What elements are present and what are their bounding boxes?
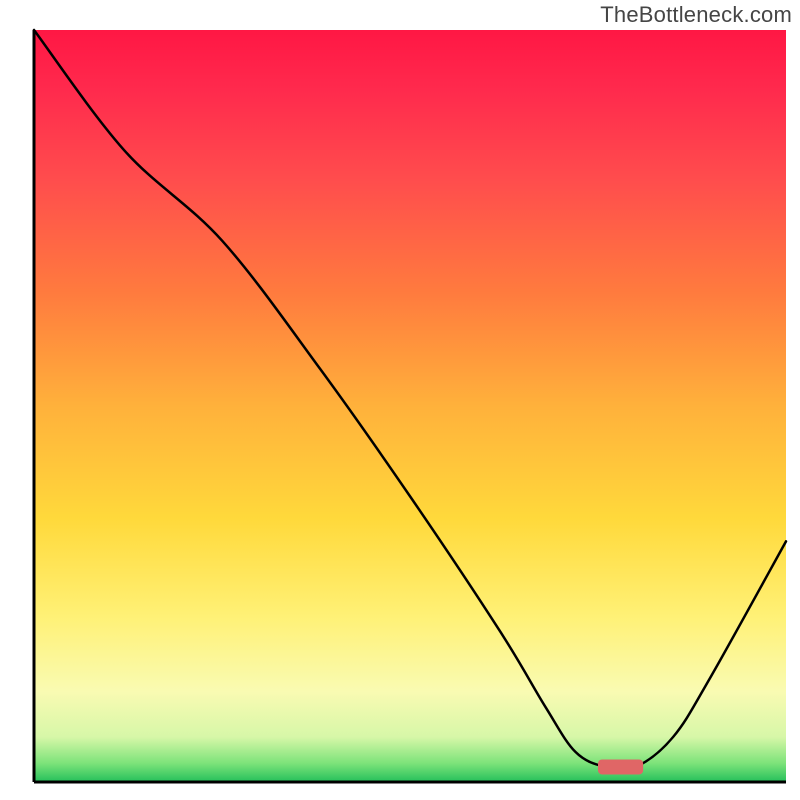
plot-background <box>34 30 786 782</box>
optimal-marker <box>598 759 643 774</box>
chart-container: TheBottleneck.com <box>0 0 800 800</box>
bottleneck-chart <box>0 0 800 800</box>
watermark-text: TheBottleneck.com <box>600 2 792 28</box>
